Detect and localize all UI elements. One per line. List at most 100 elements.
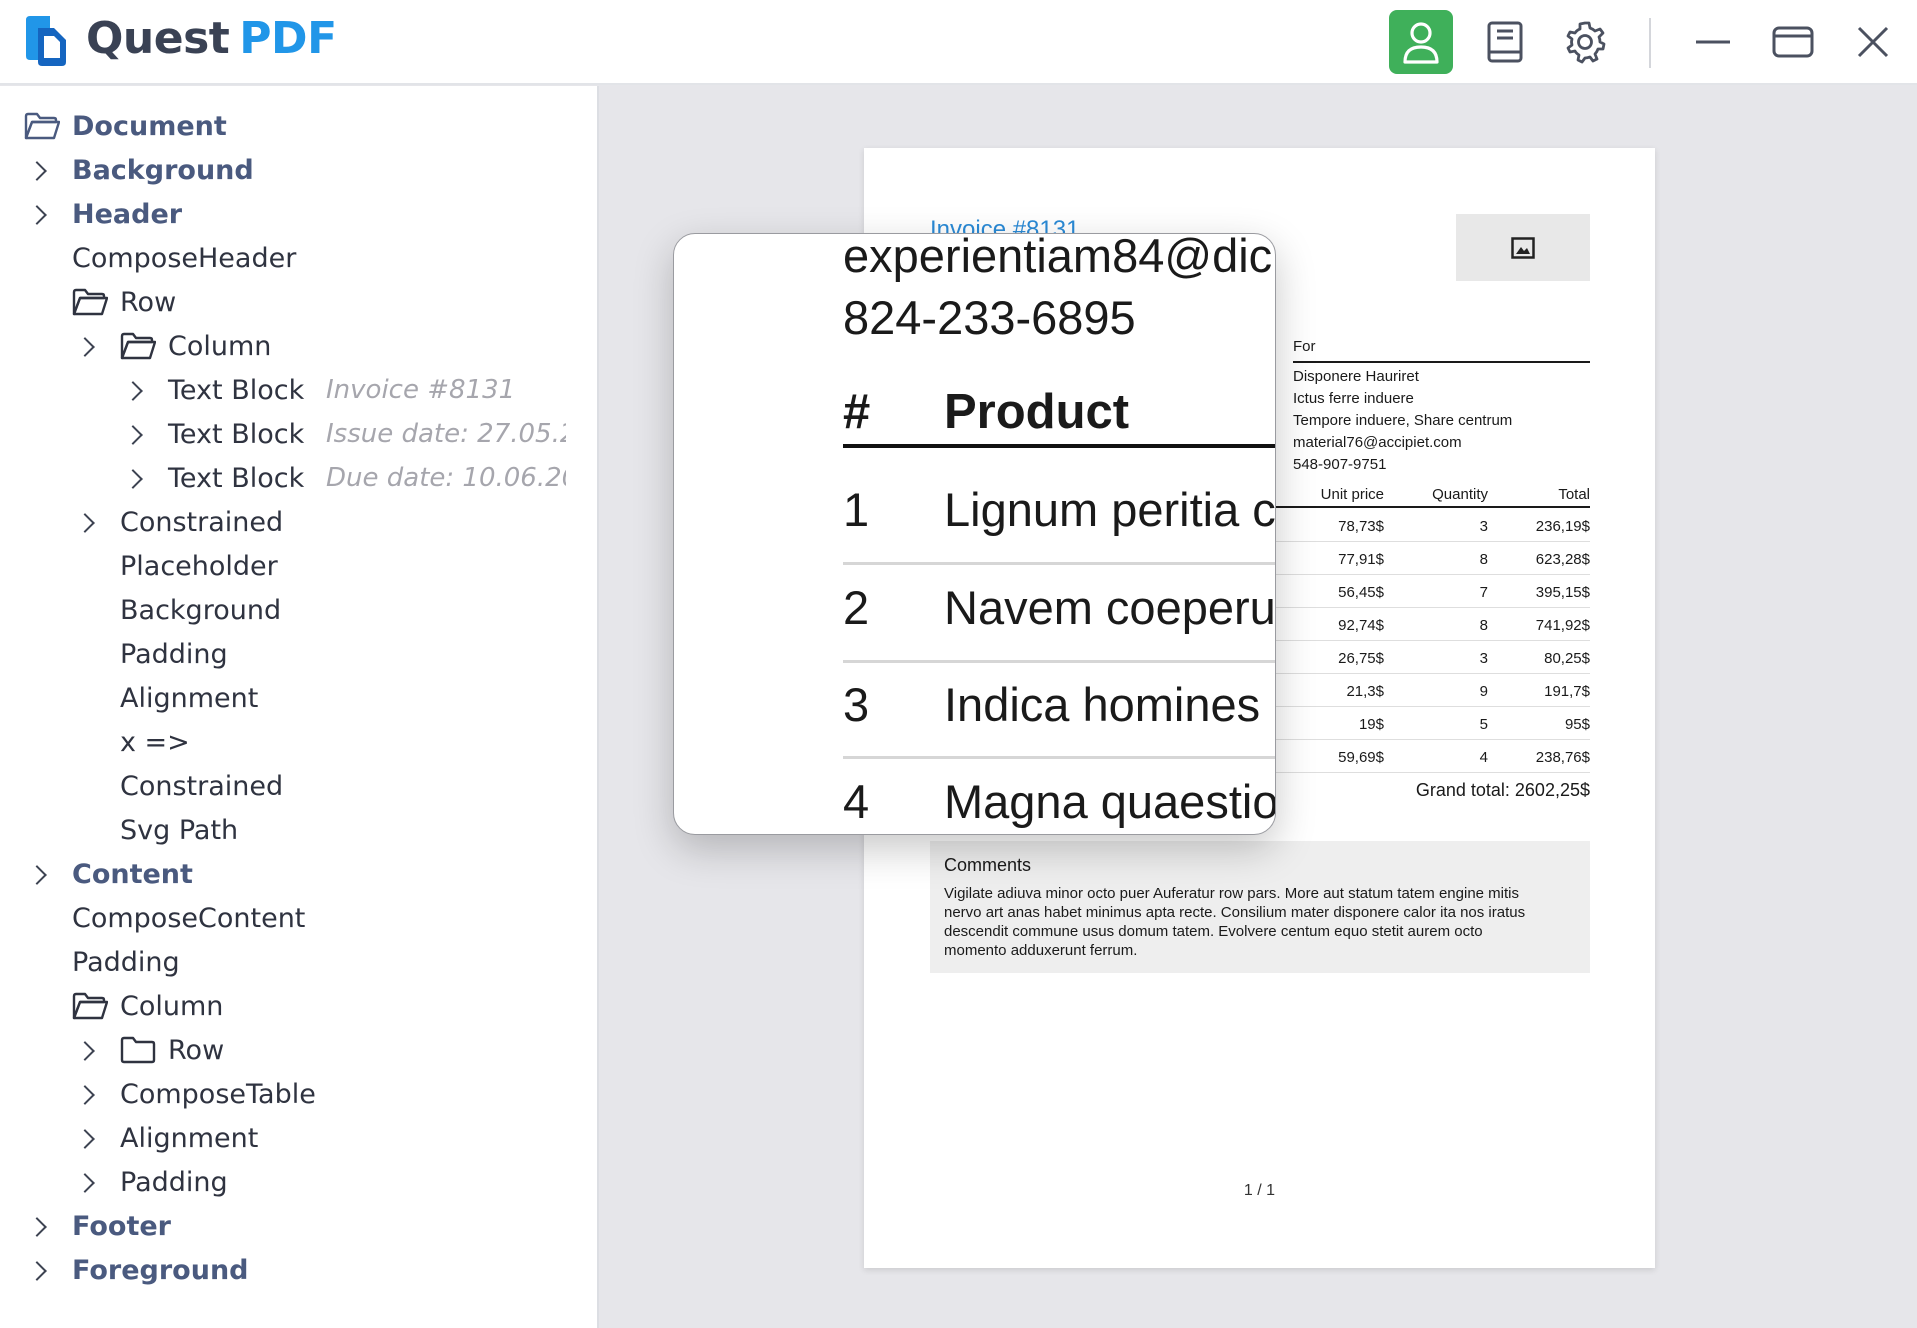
comments-line: momento adduxerunt ferrum. — [944, 942, 1138, 959]
cell-quantity: 8 — [1479, 551, 1488, 568]
for-line: Tempore induere, Share centrum — [1293, 412, 1513, 429]
tree-item-label: Padding — [120, 638, 228, 670]
chevron-right-icon[interactable] — [75, 1085, 95, 1105]
tree-item-column[interactable]: Column — [72, 986, 223, 1026]
chevron-right-icon[interactable] — [123, 425, 143, 445]
tree-item-constrained[interactable]: Constrained — [120, 766, 283, 806]
cell-total: 236,19$ — [1535, 518, 1590, 535]
col-unit-price: Unit price — [1320, 486, 1384, 503]
tree-item-foreground[interactable]: Foreground — [24, 1250, 249, 1290]
tree-item-hint: Issue date: 27.05.20 — [326, 419, 566, 449]
tree-item-label: Row — [168, 1034, 225, 1066]
chevron-right-icon[interactable] — [123, 469, 143, 489]
maximize-button[interactable] — [1761, 10, 1825, 74]
chevron-right-icon[interactable] — [123, 381, 143, 401]
chevron-right-icon[interactable] — [75, 513, 95, 533]
tree-item-label: Document — [72, 110, 227, 142]
tree-item-alignment[interactable]: Alignment — [120, 678, 258, 718]
magnified-row-number: 2 — [843, 581, 870, 634]
tree-item-footer[interactable]: Footer — [24, 1206, 171, 1246]
tree-item-composetable[interactable]: ComposeTable — [72, 1074, 316, 1114]
tree-item-background-node[interactable]: Background — [120, 590, 281, 630]
magnified-hash-header: # — [843, 385, 871, 439]
tree-item-label: Alignment — [120, 1122, 259, 1154]
tree-item-label: Background — [120, 594, 282, 626]
magnified-product-name: Indica homines — [944, 678, 1261, 731]
tree-item-label: Text Block — [168, 374, 305, 406]
tree-item-svg-path[interactable]: Svg Path — [120, 810, 238, 850]
minimize-button[interactable] — [1681, 10, 1745, 74]
tree-item-composeheader[interactable]: ComposeHeader — [72, 238, 296, 278]
tree-item-content[interactable]: Content — [24, 854, 193, 894]
chevron-right-icon[interactable] — [27, 205, 47, 225]
tree-item-background[interactable]: Background — [24, 150, 254, 190]
tree-item-header[interactable]: Header — [24, 194, 182, 234]
tree-item-padding[interactable]: Padding — [72, 942, 180, 982]
tree-item-document[interactable]: Document — [24, 106, 227, 146]
profile-icon — [1403, 22, 1439, 64]
tree-item-label: Constrained — [120, 770, 284, 802]
tree-item-label: Constrained — [120, 506, 284, 538]
cell-unit-price: 56,45$ — [1338, 584, 1384, 601]
tree-item-column[interactable]: Column — [72, 326, 271, 366]
for-line: Ictus ferre induere — [1293, 390, 1414, 407]
chevron-right-icon[interactable] — [27, 1261, 47, 1281]
page-number: 1 / 1 — [1243, 1182, 1276, 1199]
comments-line: Vigilate adiuva minor octo puer Auferatu… — [944, 885, 1520, 902]
cell-total: 191,7$ — [1544, 683, 1590, 700]
tree-item-alignment[interactable]: Alignment — [72, 1118, 258, 1158]
tree-item-label: Footer — [72, 1210, 171, 1242]
tree-item-label: Column — [120, 990, 224, 1022]
cell-total: 80,25$ — [1544, 650, 1590, 667]
tree-item-text-block[interactable]: Text Block Due date: 10.06.20. — [120, 458, 580, 498]
cell-quantity: 3 — [1479, 518, 1488, 535]
magnified-row-divider — [843, 756, 1275, 759]
comments-line: descendit commune usus domum tatem. Evol… — [944, 923, 1483, 940]
folder-open-icon — [120, 332, 156, 360]
title-bar: Quest PDF — [0, 0, 1917, 85]
grand-total: Grand total: 2602,25$ — [1415, 780, 1590, 800]
chevron-right-icon[interactable] — [75, 337, 95, 357]
profile-button[interactable] — [1389, 10, 1453, 74]
chevron-right-icon[interactable] — [75, 1129, 95, 1149]
tree-item-text-block[interactable]: Text Block Invoice #8131 — [120, 370, 580, 410]
questpdf-logo-icon — [26, 16, 66, 66]
cell-total: 95$ — [1564, 716, 1590, 733]
tree-item-label: Text Block — [168, 462, 305, 494]
close-button[interactable] — [1841, 10, 1905, 74]
minimize-icon — [1696, 40, 1730, 44]
cell-total: 741,92$ — [1535, 617, 1590, 634]
tree-item-composecontent[interactable]: ComposeContent — [72, 898, 305, 938]
magnified-product-name: Lignum peritia c — [944, 483, 1276, 536]
tree-item-label: Padding — [120, 1166, 228, 1198]
tree-item-row[interactable]: Row — [72, 282, 176, 322]
tree-item-row[interactable]: Row — [72, 1030, 224, 1070]
for-divider — [1293, 361, 1590, 363]
settings-button[interactable] — [1553, 10, 1617, 74]
chevron-right-icon[interactable] — [27, 865, 47, 885]
documentation-button[interactable] — [1473, 10, 1537, 74]
toolbar-separator — [1649, 18, 1651, 68]
tree-item-label: ComposeHeader — [72, 242, 297, 274]
tree-item-padding[interactable]: Padding — [72, 1162, 228, 1202]
brand-pdf: PDF — [239, 13, 337, 64]
tree-item-lambda[interactable]: x => — [120, 722, 190, 762]
tree-item-placeholder[interactable]: Placeholder — [120, 546, 278, 586]
magnified-phone: 824-233-6895 — [843, 291, 1136, 344]
folder-open-icon — [72, 288, 108, 316]
chevron-right-icon[interactable] — [75, 1173, 95, 1193]
tree-item-padding[interactable]: Padding — [120, 634, 228, 674]
magnified-product-name: Navem coeperu — [944, 581, 1276, 634]
chevron-right-icon[interactable] — [27, 1217, 47, 1237]
tree-item-label: Padding — [72, 946, 180, 978]
document-tree-panel[interactable]: Document Background Header ComposeHeader… — [0, 86, 599, 1328]
chevron-right-icon[interactable] — [27, 161, 47, 181]
chevron-right-icon[interactable] — [75, 1041, 95, 1061]
brand-quest: Quest — [86, 13, 230, 64]
tree-item-label: x => — [120, 726, 190, 758]
cell-quantity: 8 — [1479, 617, 1488, 634]
tree-item-constrained[interactable]: Constrained — [72, 502, 283, 542]
folder-open-icon — [72, 992, 108, 1020]
tree-item-text-block[interactable]: Text Block Issue date: 27.05.20 — [120, 414, 580, 454]
cell-unit-price: 21,3$ — [1346, 683, 1384, 700]
